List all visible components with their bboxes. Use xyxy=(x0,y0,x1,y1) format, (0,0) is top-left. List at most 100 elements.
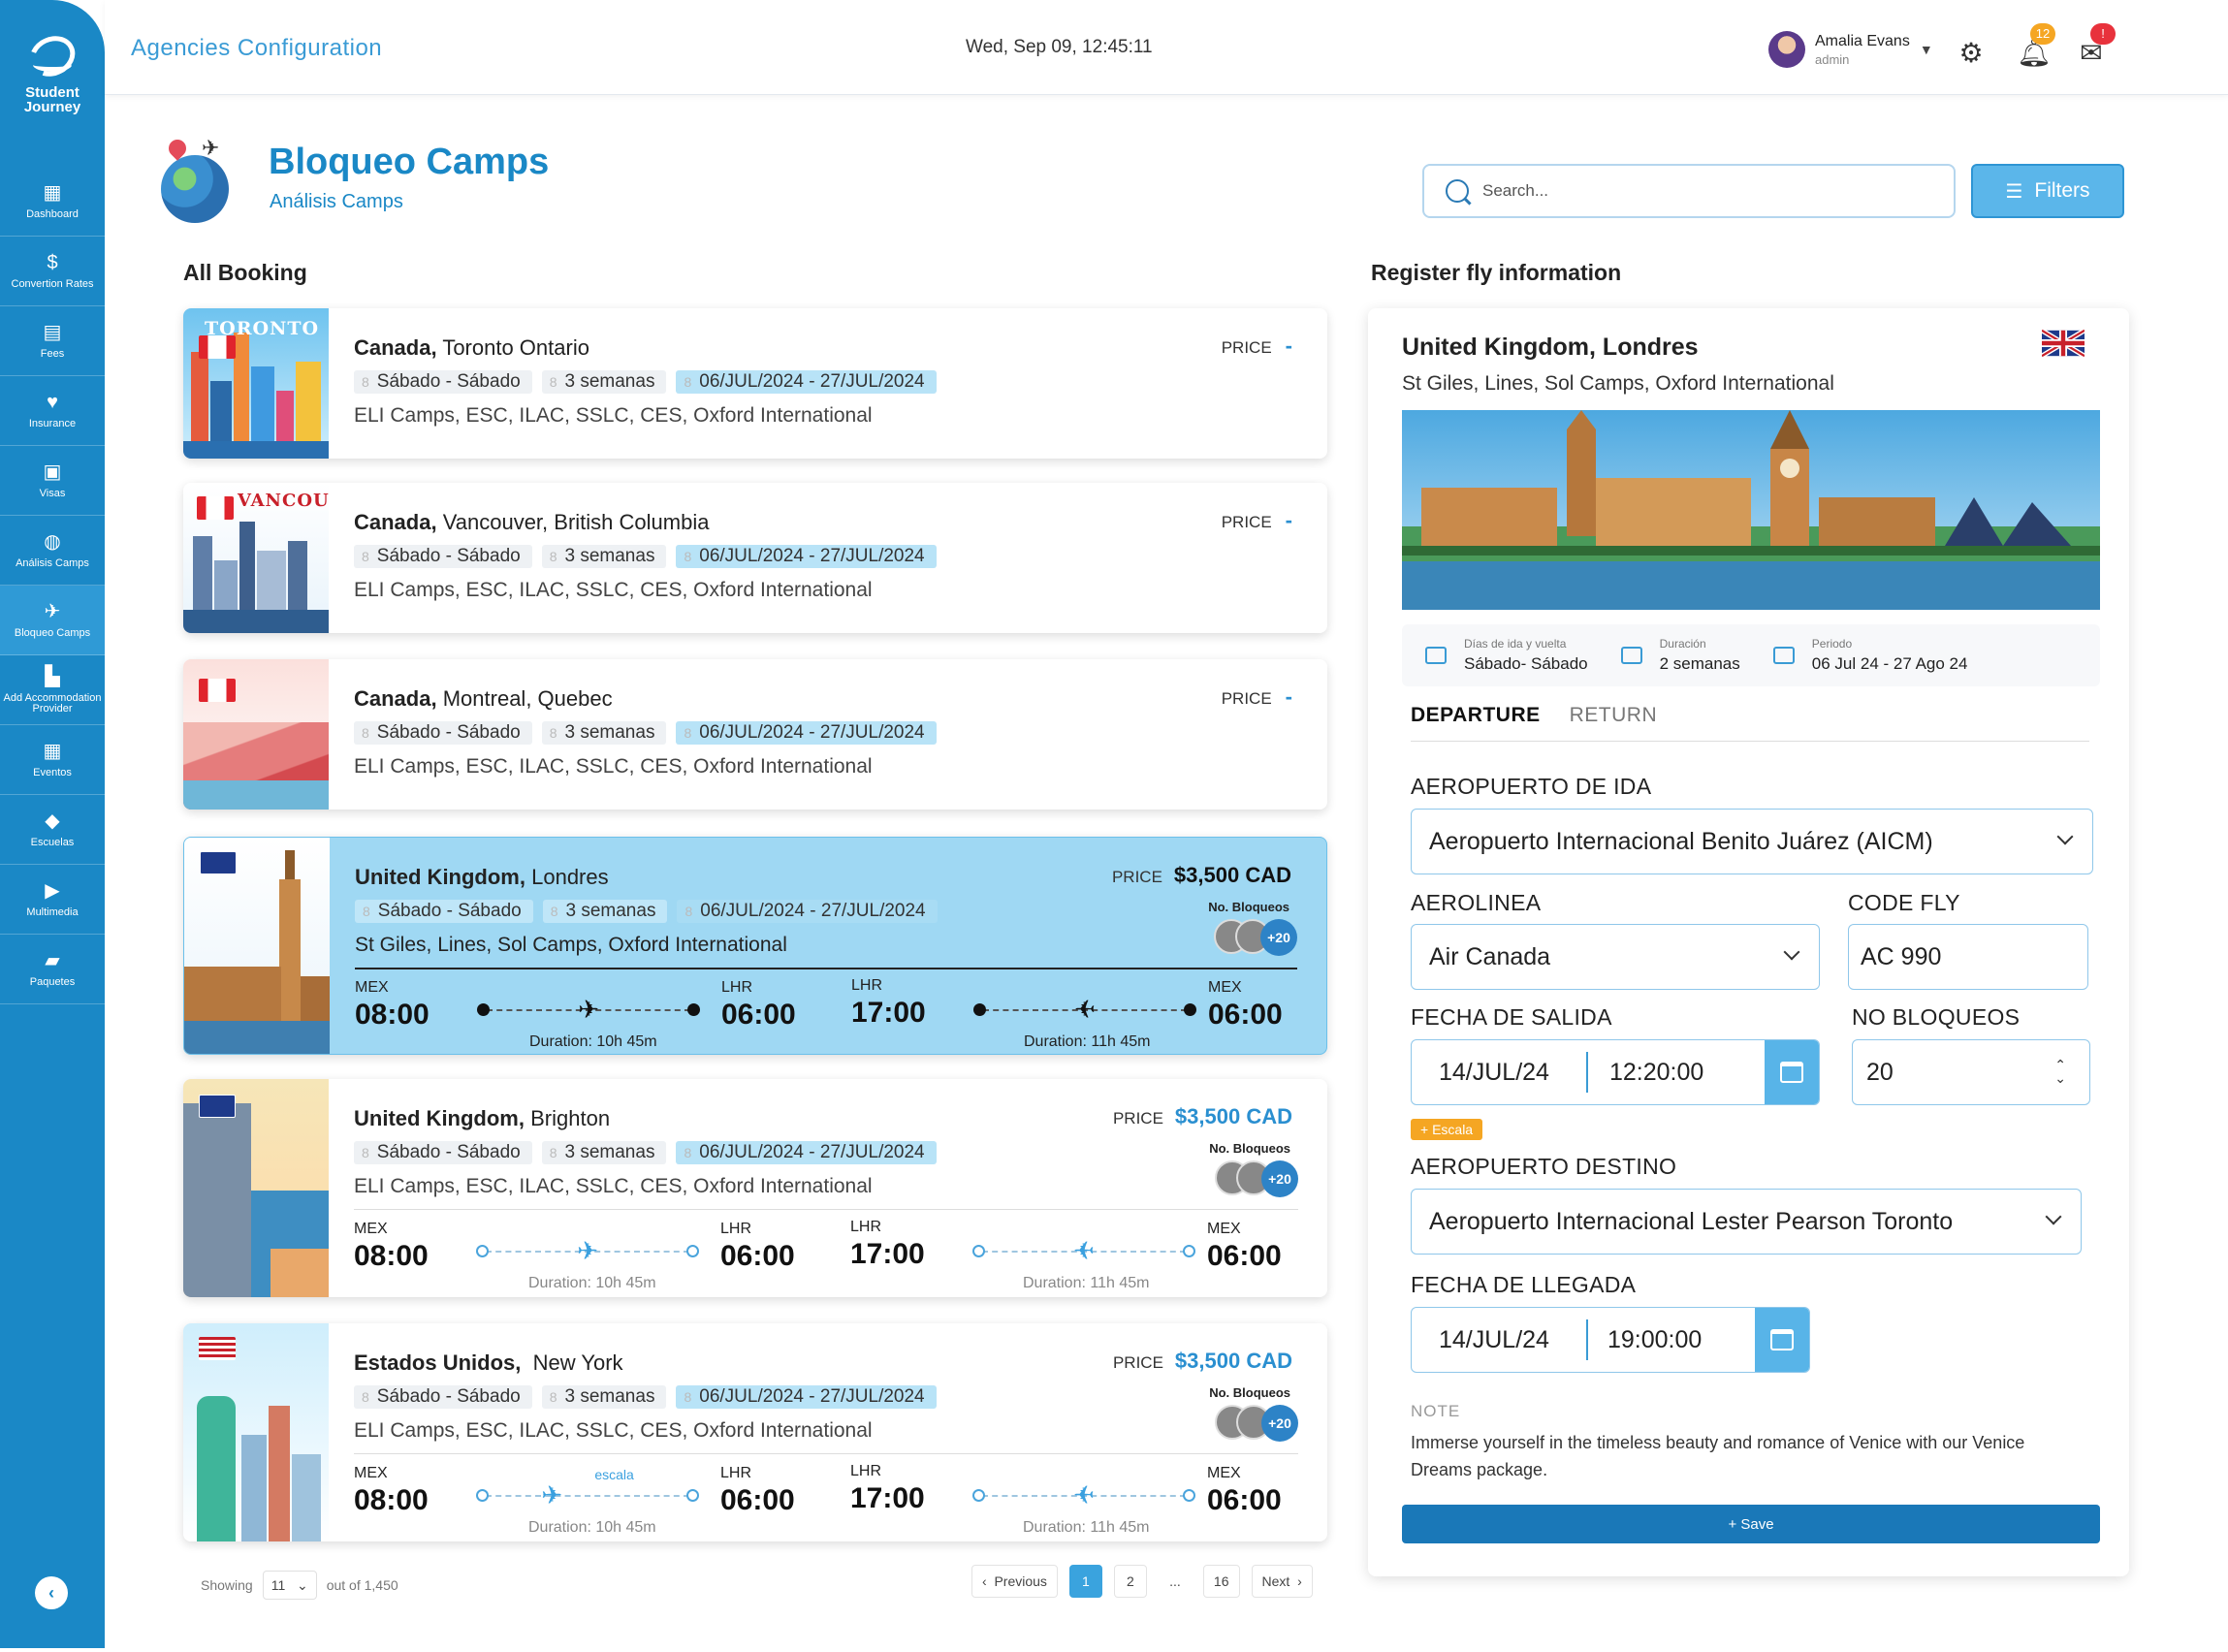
mail-icon[interactable]: ✉! xyxy=(2077,23,2116,68)
previous-page-button[interactable]: ‹ Previous xyxy=(971,1565,1058,1598)
booking-card[interactable]: TORONTO Canada, Toronto Ontario 8 Sábado … xyxy=(183,308,1327,459)
sidebar-item-add-accommodation-provider[interactable]: ▙ Add Accommodation Provider xyxy=(0,655,105,725)
booking-card[interactable]: Estados Unidos, New York 8 Sábado - Sábad… xyxy=(183,1323,1327,1541)
booking-card[interactable]: VANCOUVER Canada, Vancouver, British Col… xyxy=(183,483,1327,633)
briefcase-icon xyxy=(1772,647,1795,664)
gear-icon[interactable]: ⚙ xyxy=(1957,39,1986,68)
booking-destination: Canada, Toronto Ontario xyxy=(354,335,589,360)
package-icon: ▰ xyxy=(45,950,60,971)
blocks-number-input[interactable]: 20 ⌃ ⌄ xyxy=(1852,1039,2090,1105)
register-destination-title: United Kingdom, Londres xyxy=(1402,334,1699,361)
canada-flag-icon xyxy=(199,335,236,359)
sidebar-item-escuelas[interactable]: ◆ Escuelas xyxy=(0,795,105,865)
price: PRICE - xyxy=(1221,508,1292,532)
blocks-label: No. Bloqueos xyxy=(1209,1141,1290,1156)
stop-label: escala xyxy=(594,1467,634,1482)
blocks-label: No. Bloqueos xyxy=(1209,1385,1290,1400)
page-button[interactable]: 16 xyxy=(1202,1565,1240,1598)
departure-airport-label: AEROPUERTO DE IDA xyxy=(1411,774,1652,799)
sidebar-item-bloqueo-camps[interactable]: ✈ Bloqueo Camps xyxy=(0,586,105,655)
rows-per-page: Showing 11 ⌄ out of 1,450 xyxy=(201,1571,398,1600)
destination-thumbnail: VANCOUVER xyxy=(183,483,329,633)
tab-return[interactable]: RETURN xyxy=(1570,704,1658,727)
chevron-right-icon: › xyxy=(1297,1573,1302,1589)
filter-icon: ☰ xyxy=(2005,180,2023,203)
user-menu[interactable]: Amalia Evans admin ▼ xyxy=(1768,31,1933,68)
booking-schools: ELI Camps, ESC, ILAC, SSLC, CES, Oxford … xyxy=(354,404,873,427)
departure-airport-select[interactable]: Aeropuerto Internacional Benito Juárez (… xyxy=(1411,809,2093,874)
search-input[interactable]: Search... xyxy=(1422,164,1956,218)
destination-airport-label: AEROPUERTO DESTINO xyxy=(1411,1154,1677,1179)
add-stop-button[interactable]: + Escala xyxy=(1411,1119,1483,1140)
clock-icon: 8 xyxy=(549,725,557,741)
register-fly-panel: United Kingdom, Londres St Giles, Lines,… xyxy=(1368,308,2129,1576)
top-bar: Agencies Configuration Wed, Sep 09, 12:4… xyxy=(105,0,2228,95)
code-fly-label: CODE FLY xyxy=(1848,890,1960,915)
outbound-arrival: LHR 06:00 xyxy=(720,1221,795,1272)
arrival-date-label: FECHA DE LLEGADA xyxy=(1411,1272,1637,1297)
departure-datetime-input[interactable]: 14/JUL/24 12:20:00 xyxy=(1411,1039,1820,1105)
bell-icon[interactable]: 🔔︎ 12 xyxy=(2017,23,2055,68)
sidebar-item-dashboard[interactable]: ▦ Dashboard xyxy=(0,167,105,237)
stepper-icon: ⌃ ⌄ xyxy=(2054,1057,2066,1086)
save-button[interactable]: + Save xyxy=(1402,1505,2100,1543)
page-subtitle: Análisis Camps xyxy=(270,191,403,212)
duration-chip: 83 semanas xyxy=(541,1385,667,1409)
sidebar-item-fees[interactable]: ▤ Fees xyxy=(0,306,105,376)
calendar-icon: 8 xyxy=(684,549,692,564)
destination-thumbnail xyxy=(184,838,330,1054)
return-route: ✈ xyxy=(972,1236,1195,1265)
tab-departure[interactable]: DEPARTURE xyxy=(1411,704,1541,727)
clock-icon: 8 xyxy=(549,1145,557,1160)
outbound-duration: Duration: 10h 45m xyxy=(529,1033,657,1050)
duration-chip: 83 semanas xyxy=(541,545,667,568)
outbound-duration: Duration: 10h 45m xyxy=(528,1275,656,1291)
airline-select[interactable]: Air Canada xyxy=(1411,924,1820,990)
calendar-icon: 8 xyxy=(684,374,692,390)
sidebar-item-multimedia[interactable]: ▶ Multimedia xyxy=(0,865,105,935)
blocks-label: No. Bloqueos xyxy=(1208,900,1289,914)
chevron-down-icon xyxy=(1783,943,1800,961)
sidebar-item-paquetes[interactable]: ▰ Paquetes xyxy=(0,935,105,1004)
plane-icon: ✈ xyxy=(541,1480,563,1509)
filters-button[interactable]: ☰ Filters xyxy=(1971,164,2124,218)
sidebar-item-eventos[interactable]: ▦ Eventos xyxy=(0,725,105,795)
sidebar-item-visas[interactable]: ▣ Visas xyxy=(0,446,105,516)
destination-airport-select[interactable]: Aeropuerto Internacional Lester Pearson … xyxy=(1411,1189,2082,1255)
sidebar-item-analisis-camps[interactable]: ◍ Análisis Camps xyxy=(0,516,105,586)
price: PRICE $3,500 CAD xyxy=(1111,863,1291,887)
booking-destination: Estados Unidos, New York xyxy=(354,1350,623,1375)
plane-icon: ✈ xyxy=(1073,1236,1095,1265)
return-departure: LHR 17:00 xyxy=(851,977,926,1029)
page-button[interactable]: 2 xyxy=(1113,1565,1147,1598)
booking-card[interactable]: United Kingdom, Brighton 8 Sábado - Sábad… xyxy=(183,1079,1327,1297)
logo-icon xyxy=(22,28,82,84)
dates-chip: 8 06/JUL/2024 - 27/JUL/2024 xyxy=(676,1141,937,1164)
arrival-datetime-input[interactable]: 14/JUL/24 19:00:00 xyxy=(1411,1307,1810,1373)
app-logo[interactable]: Student Journey xyxy=(12,28,93,114)
collapse-sidebar-button[interactable]: ‹ xyxy=(35,1576,68,1609)
sidebar-item-insurance[interactable]: ♥ Insurance xyxy=(0,376,105,446)
sidebar-item-label: Escuelas xyxy=(30,837,75,848)
calendar-icon xyxy=(1755,1308,1809,1372)
booking-card-selected[interactable]: United Kingdom, Londres 8 Sábado - Sábado… xyxy=(183,837,1327,1055)
sidebar-item-label: Análisis Camps xyxy=(16,557,89,569)
destination-thumbnail: TORONTO xyxy=(183,308,329,459)
return-route: ✈ xyxy=(973,995,1196,1024)
booking-schools: St Giles, Lines, Sol Camps, Oxford Inter… xyxy=(355,934,787,956)
booking-schools: ELI Camps, ESC, ILAC, SSLC, CES, Oxford … xyxy=(354,1419,873,1442)
sidebar-item-label: Bloqueo Camps xyxy=(14,627,91,639)
calendar-icon: 8 xyxy=(362,1389,369,1405)
uk-flag-icon xyxy=(199,1095,236,1118)
code-fly-input[interactable]: AC 990 xyxy=(1848,924,2088,990)
per-page-select[interactable]: 11 ⌄ xyxy=(262,1571,317,1600)
outbound-departure: MEX 08:00 xyxy=(355,979,430,1031)
calendar-icon: 8 xyxy=(362,549,369,564)
sidebar-item-convertion-rates[interactable]: $ Convertion Rates xyxy=(0,237,105,306)
blocks-avatars: +20 xyxy=(1214,919,1297,956)
next-page-button[interactable]: Next › xyxy=(1251,1565,1313,1598)
airline-label: AEROLINEA xyxy=(1411,890,1542,915)
page-button[interactable]: 1 xyxy=(1068,1565,1102,1598)
booking-card[interactable]: Canada, Montreal, Quebec 8 Sábado - Sábad… xyxy=(183,659,1327,810)
sidebar-item-label: Visas xyxy=(39,488,66,499)
